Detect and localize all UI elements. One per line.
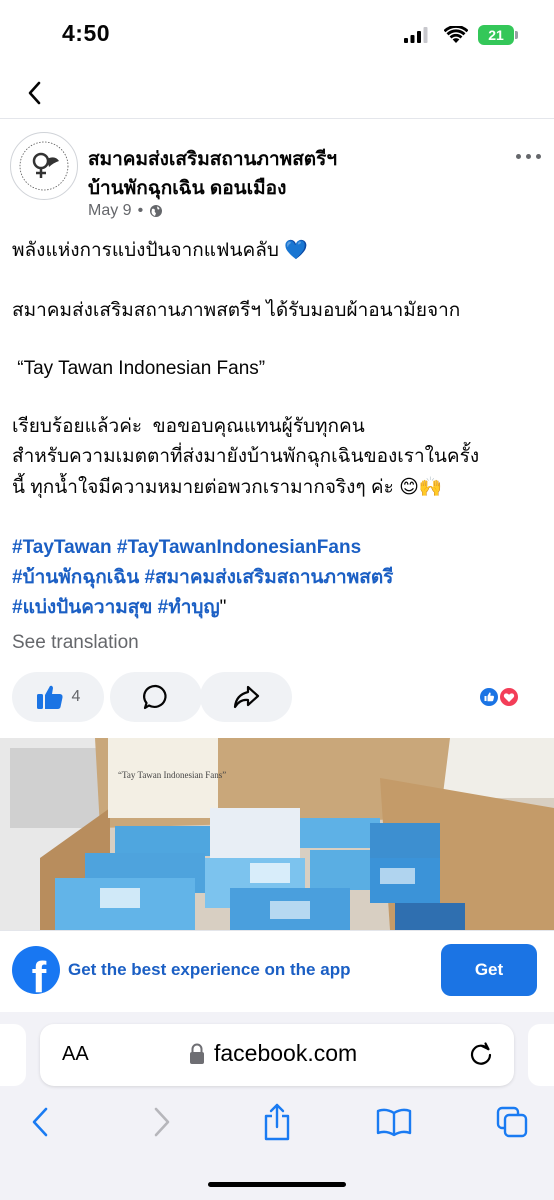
lock-icon [190,1043,204,1064]
comment-bubble-icon [143,684,167,710]
globe-icon [150,205,163,217]
header-divider [0,118,554,119]
chevron-right-icon [154,1107,170,1137]
post-text-line: สมาคมส่งเสริมสถานภาพสตรีฯ ได้รับมอบผ้าอน… [12,300,461,321]
dot [535,153,541,159]
note-text: “Tay Tawan Indonesian Fans” [118,770,226,780]
see-translation-link[interactable]: See translation [12,632,139,654]
thumbs-up-icon [36,685,63,709]
bookmarks-button[interactable] [372,1102,416,1142]
app-promo-text[interactable]: Get the best experience on the app [68,960,350,980]
share-arrow-icon [233,685,260,709]
get-app-button[interactable]: Get [441,944,537,996]
tabs-button[interactable] [490,1102,534,1142]
status-time: 4:50 [62,20,111,46]
browser-forward-button[interactable] [140,1102,184,1142]
url-text[interactable]: facebook.com [214,1040,357,1067]
back-button[interactable] [20,78,50,108]
aa-label: AA [62,1043,89,1065]
post-text-line: สำหรับความเมตตาที่ส่งมายังบ้านพักฉุกเฉิน… [12,446,480,467]
reload-icon[interactable] [468,1041,494,1067]
browser-back-button[interactable] [18,1102,62,1142]
more-options-button[interactable] [510,148,546,164]
home-indicator [208,1182,346,1187]
hashtag-text[interactable]: #แบ่งปันความสุข #ทำบุญ [12,597,220,618]
page-name[interactable]: สมาคมส่งเสริมสถานภาพสตรีฯ บ้านพักฉุกเฉิน… [88,145,488,203]
post-text-line: นี้ ทุกน้ำใจมีความหมายต่อพวกเรามากจริงๆ … [12,477,443,498]
open-book-icon [376,1108,412,1137]
page-avatar[interactable] [10,132,78,200]
dot [525,153,531,159]
like-button[interactable]: 4 [12,672,104,722]
like-count: 4 [71,688,81,705]
hashtag-tail: " [219,597,227,618]
page-name-line1: สมาคมส่งเสริมสถานภาพสตรีฯ [88,149,338,170]
reader-settings-button[interactable]: AA [62,1043,89,1066]
post-meta: May 9 • [88,202,163,220]
post-photo[interactable]: “Tay Tawan Indonesian Fans” [0,738,554,930]
share-icon [264,1103,290,1141]
comment-button[interactable] [110,672,202,722]
hashtag-line[interactable]: #แบ่งปันความสุข #ทำบุญ" [12,593,542,622]
previous-tab-peek[interactable] [0,1024,26,1086]
facebook-logo-icon: f [12,946,60,994]
meta-separator: • [137,202,144,219]
post-text-line: พลังแห่งการแบ่งปันจากแฟนคลับ 💙 [12,240,308,261]
share-sheet-button[interactable] [255,1102,299,1142]
tabs-icon [496,1106,528,1138]
post-date[interactable]: May 9 [88,202,132,220]
battery-nub [515,31,518,39]
hashtag-line[interactable]: #บ้านพักฉุกเฉิน #สมาคมส่งเสริมสถานภาพสตร… [12,563,542,592]
battery-level: 21 [488,27,504,43]
battery-indicator: 21 [478,25,514,45]
organization-logo-icon [13,135,75,197]
reaction-summary[interactable] [478,686,524,708]
next-tab-peek[interactable] [528,1024,554,1086]
post-text-line: เรียบร้อยแล้วค่ะ ขอขอบคุณแทนผู้รับทุกคน [12,416,365,437]
hashtag-line[interactable]: #TayTawan #TayTawanIndonesianFans [12,533,542,562]
chevron-left-icon [28,81,41,105]
wifi-icon [444,26,468,43]
post-text-line: “Tay Tawan Indonesian Fans” [12,358,266,379]
chevron-left-icon [32,1107,48,1137]
cellular-signal-icon [404,27,428,43]
box-of-pads-image: “Tay Tawan Indonesian Fans” [0,738,554,930]
share-button[interactable] [200,672,292,722]
page-name-line2: บ้านพักฉุกเฉิน ดอนเมือง [88,178,287,199]
dot [515,153,521,159]
